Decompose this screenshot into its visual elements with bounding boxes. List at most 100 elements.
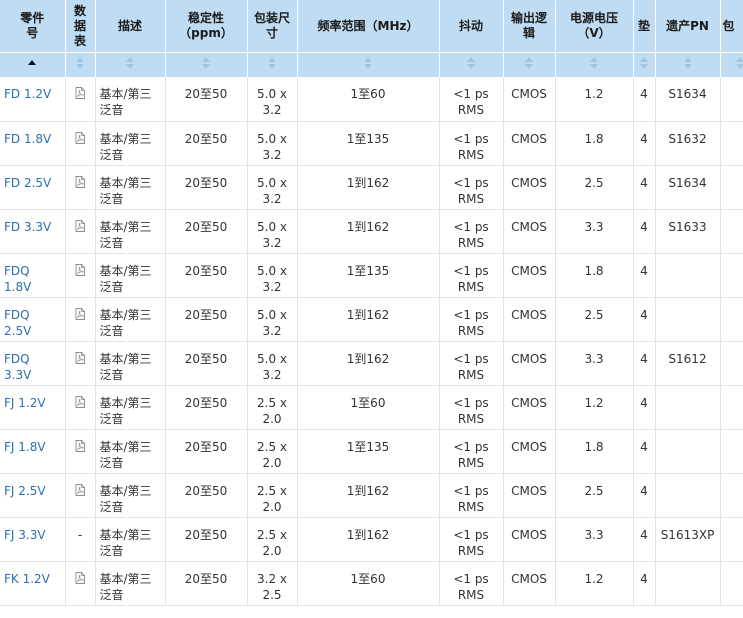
cell-package: 5.0 x 3.2 [247, 297, 298, 342]
cell-voltage: 1.8 [555, 121, 634, 166]
col-header-stability[interactable]: 稳定性 （ppm） [165, 0, 248, 53]
logic-value: CMOS [511, 395, 547, 410]
table-row: FJ 1.8V 基本/第三 泛音 20至50 2.5 x 2.0 1至135 <1 ps … [0, 429, 743, 474]
freq-value: 1到162 [346, 527, 390, 542]
cell-voltage: 2.5 [555, 165, 634, 210]
col-label: 频率范围（MHz） [317, 18, 419, 33]
cell-pads: 4 [633, 253, 656, 298]
cell-part: FK 1.2V [0, 561, 66, 606]
cell-logic: CMOS [503, 473, 556, 518]
part-link[interactable]: FJ 1.2V [4, 396, 46, 410]
part-link[interactable]: FJ 1.8V [4, 440, 46, 454]
pdf-icon[interactable] [75, 307, 85, 320]
sort-both-icon[interactable] [361, 55, 375, 71]
desc-value: 基本/第三 泛音 [99, 439, 152, 470]
col-header-voltage[interactable]: 电源电压 （V） [555, 0, 634, 53]
cell-jitter: <1 ps RMS [439, 209, 504, 254]
sort-both-icon[interactable] [464, 55, 478, 71]
jitter-value: <1 ps RMS [453, 483, 489, 514]
part-link[interactable]: FD 2.5V [4, 176, 51, 190]
sort-both-icon[interactable] [199, 55, 213, 71]
sort-row [0, 52, 743, 77]
pdf-icon[interactable] [75, 87, 85, 99]
cell-pkg2 [720, 429, 743, 474]
sort-both-icon[interactable] [587, 55, 601, 71]
desc-value: 基本/第三 泛音 [99, 87, 152, 117]
cell-pkg2 [720, 253, 743, 298]
freq-value: 1至135 [346, 263, 390, 278]
pdf-icon[interactable] [75, 351, 85, 364]
part-link[interactable]: FDQ 2.5V [4, 308, 31, 338]
cell-part: FD 3.3V [0, 209, 66, 254]
cell-logic: CMOS [503, 429, 556, 474]
sort-both-icon[interactable] [265, 55, 279, 71]
col-header-pkg2[interactable]: 包 [720, 0, 743, 53]
sort-both-icon[interactable] [123, 55, 137, 71]
logic-value: CMOS [511, 351, 547, 366]
col-header-pads[interactable]: 垫 [633, 0, 656, 53]
sort-both-icon[interactable] [733, 55, 743, 71]
logic-value: CMOS [511, 527, 547, 542]
pdf-icon[interactable] [75, 395, 85, 408]
table-row: FK 1.2V 基本/第三 泛音 20至50 3.2 x 2.5 1至60 <1 ps R… [0, 561, 743, 606]
pdf-icon[interactable] [75, 175, 85, 188]
col-label: 电源电压 （V） [569, 11, 618, 40]
stability-value: 20至50 [184, 307, 228, 322]
col-header-datasheet[interactable]: 数 据 表 [65, 0, 96, 53]
cell-jitter: <1 ps RMS [439, 165, 504, 210]
cell-pads: 4 [633, 209, 656, 254]
cell-package: 5.0 x 3.2 [247, 341, 298, 386]
freq-value: 1到162 [346, 219, 390, 234]
part-link[interactable]: FDQ 1.8V [4, 264, 31, 294]
cell-desc: 基本/第三 泛音 [95, 165, 166, 210]
col-header-jitter[interactable]: 抖动 [439, 0, 504, 53]
desc-value: 基本/第三 泛音 [99, 219, 152, 250]
cell-legacy [655, 429, 721, 474]
pdf-icon[interactable] [75, 571, 85, 584]
col-header-freq[interactable]: 频率范围（MHz） [297, 0, 440, 53]
cell-freq: 1至60 [297, 561, 440, 606]
voltage-value: 3.3 [584, 351, 604, 366]
sort-both-icon[interactable] [73, 55, 87, 71]
freq-value: 1至135 [346, 131, 390, 146]
pdf-icon[interactable] [75, 439, 85, 452]
legacy-value: S1632 [668, 131, 707, 146]
desc-value: 基本/第三 泛音 [99, 131, 152, 162]
cell-stability: 20至50 [165, 561, 248, 606]
col-header-desc[interactable]: 描述 [95, 0, 166, 53]
jitter-value: <1 ps RMS [453, 351, 489, 382]
part-link[interactable]: FJ 2.5V [4, 484, 46, 498]
sort-both-icon[interactable] [637, 55, 651, 71]
sort-cell-freq [297, 52, 440, 77]
part-link[interactable]: FDQ 3.3V [4, 352, 31, 382]
sort-both-icon[interactable] [522, 55, 536, 71]
pdf-icon[interactable] [75, 219, 85, 232]
voltage-value: 2.5 [584, 175, 604, 190]
sort-asc-icon[interactable] [25, 55, 39, 71]
sort-cell-voltage [555, 52, 634, 77]
pads-value: 4 [640, 571, 648, 586]
part-link[interactable]: FK 1.2V [4, 572, 50, 586]
col-header-part[interactable]: 零件 号 [0, 0, 66, 53]
pdf-icon[interactable] [75, 483, 85, 496]
pdf-icon[interactable] [75, 263, 85, 276]
pdf-icon[interactable] [75, 131, 85, 144]
col-header-legacy[interactable]: 遗产PN [655, 0, 721, 53]
part-link[interactable]: FJ 3.3V [4, 528, 46, 542]
part-link[interactable]: FD 3.3V [4, 220, 51, 234]
cell-package: 3.2 x 2.5 [247, 561, 298, 606]
part-link[interactable]: FD 1.2V [4, 87, 51, 101]
col-header-package[interactable]: 包装尺 寸 [247, 0, 298, 53]
voltage-value: 3.3 [584, 219, 604, 234]
cell-datasheet: - [65, 517, 96, 562]
table-body: FD 1.2V 基本/第三 泛音 20至50 5.0 x 3.2 1至60 <1 ps R… [0, 77, 743, 606]
cell-pkg2 [720, 385, 743, 430]
voltage-value: 1.8 [584, 439, 604, 454]
sort-both-icon[interactable] [681, 55, 695, 71]
cell-part: FD 1.2V [0, 77, 66, 122]
freq-value: 1至60 [350, 571, 386, 586]
col-header-logic[interactable]: 输出逻 辑 [503, 0, 556, 53]
cell-logic: CMOS [503, 77, 556, 122]
part-link[interactable]: FD 1.8V [4, 132, 51, 146]
jitter-value: <1 ps RMS [453, 527, 489, 558]
